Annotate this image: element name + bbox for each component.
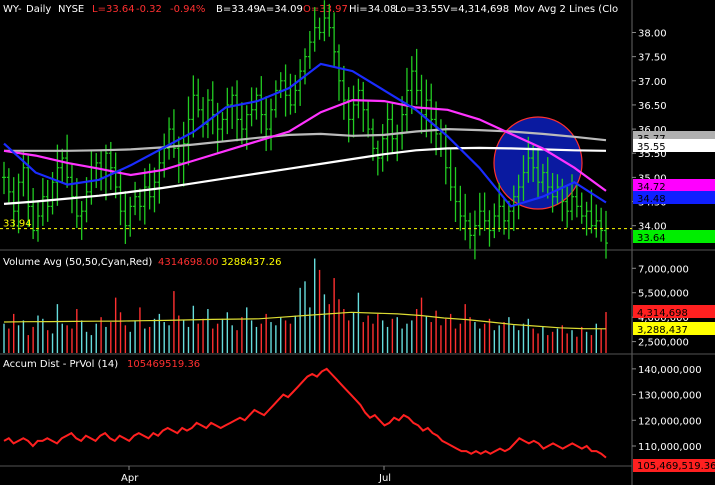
accum-dist-tick-label: 140,000,000	[638, 365, 702, 376]
volume-value-2: 3288437.26	[221, 257, 281, 268]
volume-title: Volume Avg (50,50,Cyan,Red)	[3, 257, 152, 268]
sep-dash: -	[18, 4, 22, 15]
quote-header: WY - Daily NYSE L=33.64 -0.32 -0.94% B=3…	[3, 4, 618, 15]
volume-tick-label: 2,500,000	[638, 338, 689, 349]
high: Hi=34.08	[349, 4, 396, 15]
exchange: NYSE	[58, 4, 84, 15]
x-label-apr: Apr	[121, 473, 139, 484]
accum-dist-value-box: 105,469,519.36	[633, 459, 715, 472]
accum-dist-title: Accum Dist - PrVol (14)	[3, 359, 118, 370]
last-price: L=33.64	[92, 4, 135, 15]
accum-dist-box-label: 105,469,519.36	[637, 461, 715, 472]
x-label-jul: Jul	[378, 473, 391, 484]
price-value-box-label: 35.55	[637, 142, 666, 153]
period: Daily	[26, 4, 51, 15]
volume-value-1: 4314698.00	[158, 257, 218, 268]
accum-dist-tick-label: 110,000,000	[638, 442, 702, 453]
volume-panel-header: Volume Avg (50,50,Cyan,Red) 4314698.00 3…	[3, 257, 281, 268]
change-pct: -0.94%	[170, 4, 205, 15]
price-value-box-label: 34.48	[637, 194, 666, 205]
change: -0.32	[136, 4, 162, 15]
ask: A=34.09	[259, 4, 303, 15]
accum-dist-value: 105469519.36	[127, 359, 200, 370]
volume-tick-label: 7,000,000	[638, 264, 689, 275]
price-tick-label: 37.00	[638, 77, 667, 88]
volume: V=4,314,698	[443, 4, 509, 15]
reference-line-label: 33.94	[3, 219, 32, 230]
open: O=33.97	[303, 4, 348, 15]
accum-dist-tick-label: 130,000,000	[638, 391, 702, 402]
price-tick-label: 38.00	[638, 28, 667, 39]
price-value-box-label: 33.64	[637, 233, 666, 244]
volume-value-box-label: 3,288,437	[637, 325, 688, 336]
bid: B=33.49	[216, 4, 260, 15]
stock-chart[interactable]: WY - Daily NYSE L=33.64 -0.32 -0.94% B=3…	[0, 0, 715, 485]
volume-value-box-label: 4,314,698	[637, 308, 688, 319]
low: Lo=33.55	[395, 4, 444, 15]
price-tick-label: 36.50	[638, 101, 667, 112]
accum-dist-tick-label: 120,000,000	[638, 416, 702, 427]
price-tick-label: 37.50	[638, 53, 667, 64]
accum-dist-header: Accum Dist - PrVol (14) 105469519.36	[3, 359, 200, 370]
study-name: Mov Avg 2 Lines (Clo	[514, 4, 618, 15]
volume-tick-label: 5,500,000	[638, 289, 689, 300]
